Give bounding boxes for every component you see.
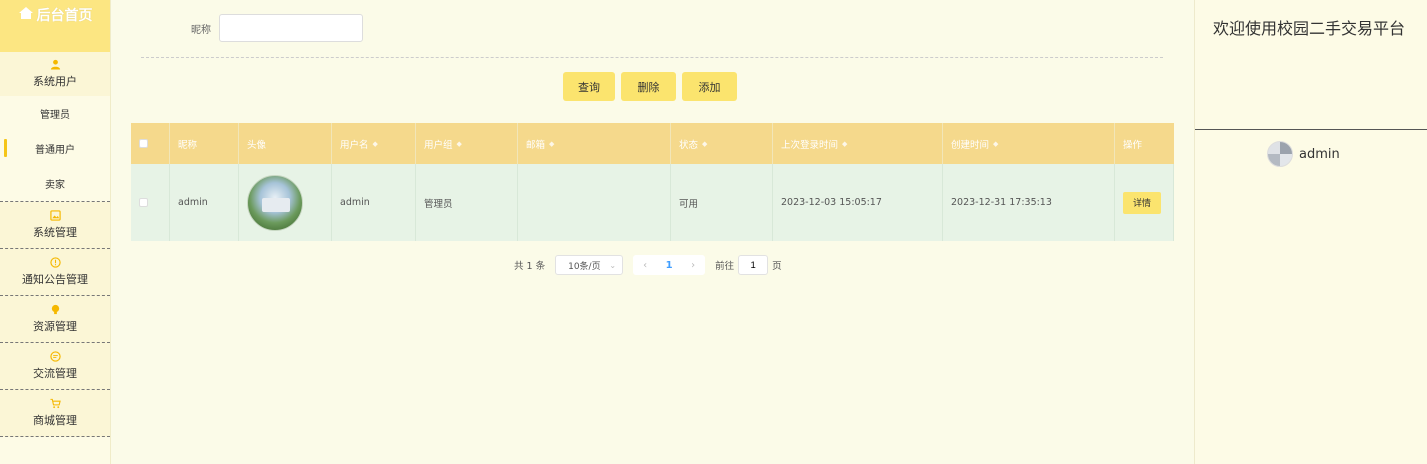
cell-username: admin — [332, 164, 416, 241]
delete-button[interactable]: 删除 — [621, 72, 676, 101]
home-icon — [18, 7, 33, 19]
header-username[interactable]: 用户名 ◆ — [332, 123, 416, 164]
search-row: 昵称 — [191, 14, 363, 42]
detail-button[interactable]: 详情 — [1123, 191, 1161, 214]
sort-icon[interactable]: ◆ — [457, 140, 462, 148]
sidebar-item-seller[interactable]: 卖家 — [0, 166, 110, 201]
header-actions: 操作 — [1123, 139, 1143, 151]
chevron-down-icon: ⌄ — [609, 260, 617, 270]
header-email[interactable]: 邮箱 ◆ — [518, 123, 671, 164]
menu-group-mall-management[interactable]: 商城管理 — [0, 390, 110, 437]
next-page-icon[interactable]: › — [681, 260, 705, 271]
user-table: 昵称 头像 用户名 ◆ 用户组 ◆ 邮箱 ◆ 状态 ◆ 上次登录时间 ◆ 创建时间 ◆ 操作… — [131, 123, 1174, 241]
cell-nickname: admin — [170, 164, 239, 241]
cell-status: 可用 — [671, 164, 773, 241]
username-label: admin — [1299, 146, 1340, 162]
header-status[interactable]: 状态 ◆ — [671, 123, 773, 164]
welcome-title: 欢迎使用校园二手交易平台 — [1213, 19, 1406, 38]
user-avatar — [1267, 141, 1293, 167]
user-icon — [50, 59, 60, 70]
divider — [141, 57, 1163, 58]
table-header: 昵称 头像 用户名 ◆ 用户组 ◆ 邮箱 ◆ 状态 ◆ 上次登录时间 ◆ 创建时间 ◆ 操作 — [131, 123, 1174, 164]
sidebar-item-admin[interactable]: 管理员 — [0, 96, 110, 131]
menu-head-label: 系统用户 — [33, 75, 77, 88]
nickname-search-input[interactable] — [219, 14, 363, 42]
table-row: admin admin 管理员 可用 2023-12-03 15:05:17 2… — [131, 164, 1174, 241]
right-panel: 欢迎使用校园二手交易平台 admin — [1194, 0, 1427, 464]
action-buttons: 查询 删除 添加 — [563, 72, 737, 101]
image-icon — [49, 210, 61, 221]
menu-group-system-users: 系统用户 管理员 普通用户 卖家 — [0, 52, 110, 202]
select-all-checkbox[interactable] — [139, 139, 148, 148]
sidebar-item-normal-user[interactable]: 普通用户 — [0, 131, 110, 166]
header-created[interactable]: 创建时间 ◆ — [943, 123, 1115, 164]
cell-created: 2023-12-31 17:35:13 — [943, 164, 1115, 241]
user-info[interactable]: admin — [1267, 141, 1340, 167]
cell-last-login: 2023-12-03 15:05:17 — [773, 164, 943, 241]
sort-icon[interactable]: ◆ — [842, 140, 847, 148]
goto-page-input[interactable] — [738, 255, 769, 275]
chat-icon — [49, 351, 61, 362]
row-checkbox[interactable] — [139, 198, 148, 207]
row-select[interactable] — [131, 164, 170, 241]
pagination: 共 1 条 10条/页 ⌄ ‹ 1 › 前往 页 — [514, 255, 782, 275]
prev-page-icon[interactable]: ‹ — [633, 260, 657, 271]
pagination-total: 共 1 条 — [514, 261, 546, 272]
cart-icon — [49, 398, 61, 409]
sort-icon[interactable]: ◆ — [549, 140, 554, 148]
page-number[interactable]: 1 — [657, 260, 681, 271]
cell-actions: 详情 — [1115, 164, 1174, 241]
cell-group: 管理员 — [416, 164, 518, 241]
sidebar: 后台首页 系统用户 管理员 普通用户 卖家 系统管理 通知公告管理 资源管理 交… — [0, 0, 111, 464]
header-select-all[interactable] — [131, 123, 170, 164]
header-nickname: 昵称 — [170, 123, 239, 164]
sidebar-home[interactable]: 后台首页 — [0, 0, 110, 52]
divider — [1195, 129, 1427, 130]
menu-head-system-users[interactable]: 系统用户 — [0, 52, 110, 96]
cell-email — [518, 164, 671, 241]
header-last-login[interactable]: 上次登录时间 ◆ — [773, 123, 943, 164]
bulb-icon — [51, 304, 59, 315]
main-content: 昵称 查询 删除 添加 昵称 头像 用户名 ◆ 用户组 ◆ 邮箱 ◆ 状态 ◆ 上次登录… — [111, 0, 1194, 464]
nickname-label: 昵称 — [191, 24, 211, 36]
sort-icon[interactable]: ◆ — [702, 140, 707, 148]
sort-icon[interactable]: ◆ — [373, 140, 378, 148]
cell-avatar — [239, 164, 332, 241]
info-icon — [49, 257, 61, 268]
menu-group-resource-management[interactable]: 资源管理 — [0, 296, 110, 343]
sort-icon[interactable]: ◆ — [993, 140, 998, 148]
avatar — [247, 174, 303, 231]
sidebar-home-label: 后台首页 — [36, 8, 93, 24]
header-group[interactable]: 用户组 ◆ — [416, 123, 518, 164]
menu-group-notice-management[interactable]: 通知公告管理 — [0, 249, 110, 296]
add-button[interactable]: 添加 — [682, 72, 737, 101]
menu-group-system-management[interactable]: 系统管理 — [0, 202, 110, 249]
query-button[interactable]: 查询 — [563, 72, 615, 101]
page-nav: ‹ 1 › — [633, 255, 706, 275]
header-avatar: 头像 — [239, 123, 332, 164]
goto-page: 前往 页 — [715, 255, 782, 275]
page-size-select[interactable]: 10条/页 ⌄ — [555, 255, 624, 275]
menu-group-communication-management[interactable]: 交流管理 — [0, 343, 110, 390]
